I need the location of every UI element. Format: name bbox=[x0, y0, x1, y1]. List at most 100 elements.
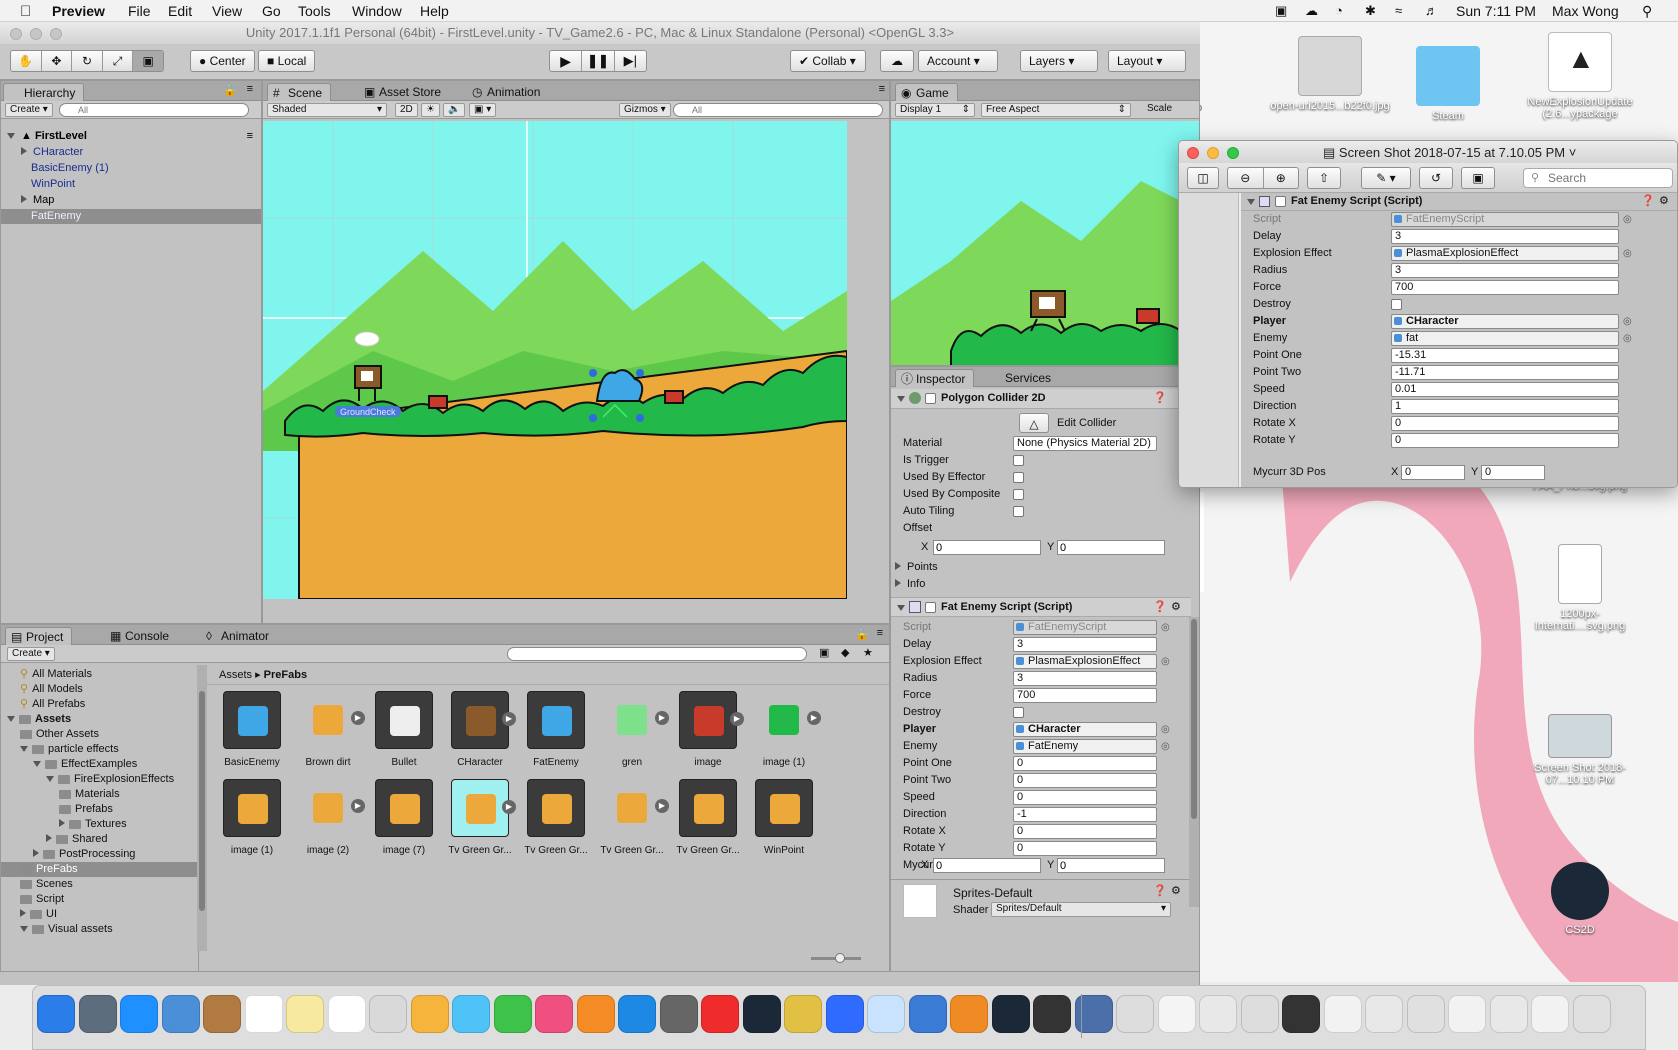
document-thumb-icon[interactable] bbox=[1448, 995, 1486, 1033]
asset-item[interactable]: WinPoint bbox=[749, 779, 819, 856]
play-icon[interactable]: ▶ bbox=[550, 51, 583, 71]
project-tree-item[interactable]: FireExplosionEffects bbox=[1, 772, 198, 787]
info-foldout[interactable]: Info bbox=[895, 578, 925, 590]
project-tree-item[interactable]: Scenes bbox=[1, 877, 198, 892]
object-picker-icon[interactable]: ◎ bbox=[1623, 245, 1632, 262]
asset-item[interactable]: ▶ CHaracter bbox=[445, 691, 516, 768]
hierarchy-item-map[interactable]: Map bbox=[1, 193, 261, 208]
pivot-center-button[interactable]: ● Center bbox=[190, 50, 255, 72]
close-button[interactable] bbox=[1187, 147, 1199, 159]
document-thumb-icon[interactable] bbox=[1406, 995, 1445, 1033]
share-button[interactable]: ⇧ bbox=[1307, 167, 1341, 189]
bluetooth-icon[interactable]: ✱ bbox=[1365, 3, 1376, 19]
cloud-icon[interactable]: ☁ bbox=[1305, 3, 1318, 19]
desktop-file-1200px[interactable]: 1200px-Internati....svg.png bbox=[1520, 544, 1640, 632]
project-tree-item[interactable]: ⚲ All Materials bbox=[1, 667, 198, 682]
object-picker-icon[interactable]: ◎ bbox=[1161, 721, 1170, 738]
roblox-icon[interactable] bbox=[701, 995, 739, 1033]
project-tree-item[interactable]: EffectExamples bbox=[1, 757, 198, 772]
expand-icon[interactable] bbox=[21, 195, 27, 203]
safari-icon[interactable] bbox=[120, 995, 158, 1033]
asset-item[interactable]: ▶ Tv Green Gr... bbox=[445, 779, 516, 856]
scene-viewport[interactable]: GroundCheck bbox=[263, 121, 847, 599]
asset-item[interactable]: FatEnemy bbox=[521, 691, 591, 768]
expand-asset-icon[interactable]: ▶ bbox=[502, 712, 516, 726]
object-field[interactable]: CHaracter bbox=[1013, 722, 1157, 737]
user-name[interactable]: Max Wong bbox=[1552, 3, 1619, 19]
music-icon[interactable] bbox=[535, 995, 573, 1033]
expand-asset-icon[interactable]: ▶ bbox=[502, 800, 516, 814]
preview-icon[interactable] bbox=[369, 995, 407, 1033]
hierarchy-item-character[interactable]: CHaracter bbox=[1, 145, 261, 160]
prop-checkbox[interactable] bbox=[1013, 707, 1024, 718]
script-enabled-checkbox[interactable] bbox=[925, 602, 936, 613]
menu-tools[interactable]: Tools bbox=[298, 3, 331, 19]
maps-icon[interactable] bbox=[825, 995, 864, 1033]
expand-asset-icon[interactable]: ▶ bbox=[351, 799, 365, 813]
finder-icon[interactable] bbox=[37, 995, 75, 1033]
document-thumb-icon[interactable] bbox=[1199, 995, 1237, 1033]
hierarchy-scene-root[interactable]: ▲ FirstLevel ≡ bbox=[1, 129, 261, 144]
edit-collider-button[interactable]: △ bbox=[1019, 413, 1049, 433]
value-field[interactable]: 0 bbox=[1391, 416, 1619, 431]
expand-icon[interactable] bbox=[7, 133, 15, 139]
zoom-button[interactable] bbox=[1227, 147, 1239, 159]
expand-asset-icon[interactable]: ▶ bbox=[655, 711, 669, 725]
gizmos-dropdown[interactable]: Gizmos ▾ bbox=[619, 103, 671, 117]
scene-menu-icon[interactable]: ≡ bbox=[247, 129, 253, 144]
mail-icon[interactable] bbox=[161, 995, 200, 1033]
panel-menu-icon[interactable]: ≡ bbox=[247, 83, 253, 95]
volume-icon[interactable]: ♬ bbox=[1425, 3, 1438, 18]
project-tree-item[interactable]: Shared bbox=[1, 832, 198, 847]
object-field[interactable]: CHaracter bbox=[1391, 314, 1619, 329]
desktop-app-cs2d[interactable]: CS2D bbox=[1520, 862, 1640, 936]
steam-icon[interactable] bbox=[991, 995, 1030, 1033]
value-field[interactable]: 3 bbox=[1013, 637, 1157, 652]
value-field[interactable]: 1 bbox=[1391, 399, 1619, 414]
expand-icon[interactable] bbox=[33, 761, 41, 767]
document-thumb-icon[interactable] bbox=[1489, 995, 1528, 1033]
expand-icon[interactable] bbox=[20, 926, 28, 932]
expand-icon[interactable] bbox=[7, 716, 15, 722]
tab-console[interactable]: ▦ Console bbox=[105, 627, 177, 645]
menu-file[interactable]: File bbox=[128, 3, 151, 19]
expand-icon[interactable] bbox=[20, 909, 26, 917]
object-picker-icon[interactable]: ◎ bbox=[1623, 211, 1632, 228]
lock-icon[interactable]: 🔒 bbox=[855, 628, 869, 641]
expand-icon[interactable] bbox=[46, 776, 54, 782]
contacts-icon[interactable] bbox=[203, 995, 241, 1033]
value-field[interactable]: 0 bbox=[1013, 756, 1157, 771]
project-tree-item[interactable]: ⚲ All Prefabs bbox=[1, 697, 198, 712]
game-viewport[interactable] bbox=[891, 121, 1199, 365]
prop-checkbox[interactable] bbox=[1013, 472, 1024, 483]
file-icon[interactable] bbox=[1116, 995, 1154, 1033]
expand-asset-icon[interactable]: ▶ bbox=[655, 799, 669, 813]
gear-icon[interactable]: ⚙ bbox=[1171, 600, 1181, 613]
value-field[interactable]: 0 bbox=[1013, 790, 1157, 805]
toolbox-button[interactable]: ▣ bbox=[1461, 167, 1495, 189]
expand-asset-icon[interactable]: ▶ bbox=[351, 711, 365, 725]
document-thumb-icon[interactable] bbox=[1323, 995, 1362, 1033]
object-field[interactable]: PlasmaExplosionEffect bbox=[1391, 246, 1619, 261]
object-picker-icon[interactable]: ◎ bbox=[1161, 653, 1170, 670]
menu-help[interactable]: Help bbox=[420, 3, 449, 19]
preview-search-input[interactable] bbox=[1523, 168, 1673, 188]
asset-item[interactable]: image (1) bbox=[217, 779, 287, 856]
value-field[interactable]: 0 bbox=[1013, 824, 1157, 839]
asset-item[interactable]: BasicEnemy bbox=[217, 691, 287, 768]
close-button[interactable] bbox=[10, 28, 22, 40]
app-store-icon[interactable] bbox=[618, 995, 656, 1033]
project-tree-item[interactable]: UI bbox=[1, 907, 198, 922]
status-icon[interactable]: ▣ bbox=[1275, 3, 1287, 19]
expand-asset-icon[interactable]: ▶ bbox=[730, 712, 744, 726]
shader-dropdown[interactable]: Sprites/Default ▾ bbox=[991, 902, 1171, 917]
value-field[interactable]: 0 bbox=[1013, 841, 1157, 856]
notes-icon[interactable] bbox=[286, 995, 324, 1033]
effects-dropdown[interactable]: ▣ ▾ bbox=[469, 103, 497, 117]
document-thumb-icon[interactable] bbox=[1240, 995, 1279, 1033]
word-icon[interactable] bbox=[908, 995, 947, 1033]
step-icon[interactable]: ▶| bbox=[615, 51, 646, 71]
tab-inspector[interactable]: ⓘ Inspector bbox=[895, 369, 975, 387]
project-tree-item[interactable]: Prefabs bbox=[1, 802, 198, 817]
help-icon[interactable]: ❓ bbox=[1153, 391, 1167, 404]
